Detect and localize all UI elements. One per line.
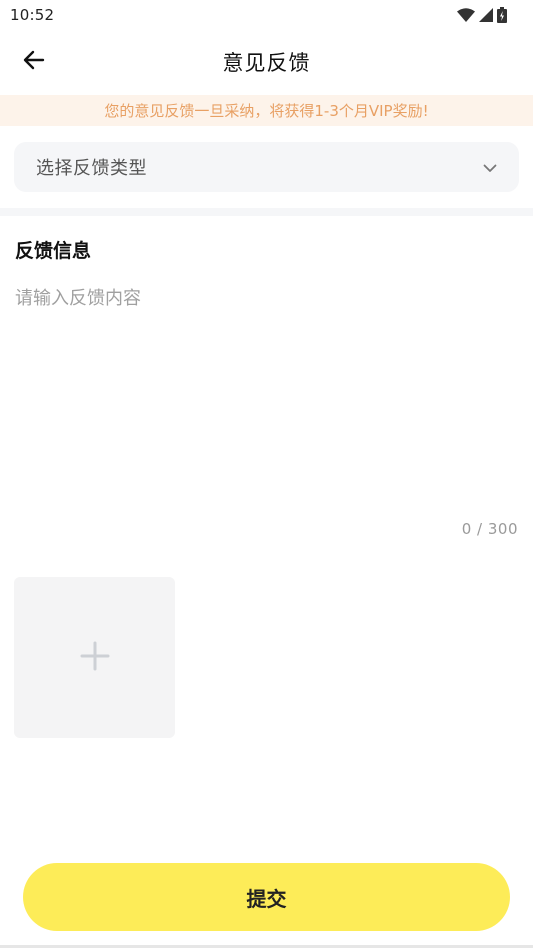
status-time: 10:52 [10, 6, 55, 24]
notice-text: 您的意见反馈一旦采纳，将获得1-3个月VIP奖励! [104, 102, 429, 120]
status-bar: 10:52 [0, 0, 533, 30]
image-upload-button[interactable] [14, 577, 175, 738]
vip-reward-notice: 您的意见反馈一旦采纳，将获得1-3个月VIP奖励! [0, 95, 533, 126]
feedback-content-input[interactable] [15, 284, 518, 504]
back-button[interactable] [14, 42, 54, 82]
plus-icon [80, 641, 110, 675]
arrow-left-icon [23, 50, 45, 74]
page-title: 意见反馈 [222, 51, 311, 75]
section-divider [0, 208, 533, 216]
cellular-signal-icon [479, 8, 493, 22]
chevron-down-icon [483, 158, 497, 177]
status-icons [457, 7, 507, 23]
header: 意见反馈 [0, 30, 533, 94]
feedback-type-placeholder: 选择反馈类型 [36, 158, 147, 179]
char-count: 0 / 300 [461, 520, 518, 538]
feedback-section-title: 反馈信息 [15, 240, 92, 262]
submit-button[interactable]: 提交 [23, 863, 510, 931]
wifi-icon [457, 8, 475, 22]
battery-icon [497, 7, 507, 23]
feedback-screen: 10:52 意见反馈 您的意见反馈一旦采纳，将获得1-3个月VIP奖励! 选择反… [0, 0, 533, 948]
feedback-type-select[interactable]: 选择反馈类型 [14, 142, 519, 192]
